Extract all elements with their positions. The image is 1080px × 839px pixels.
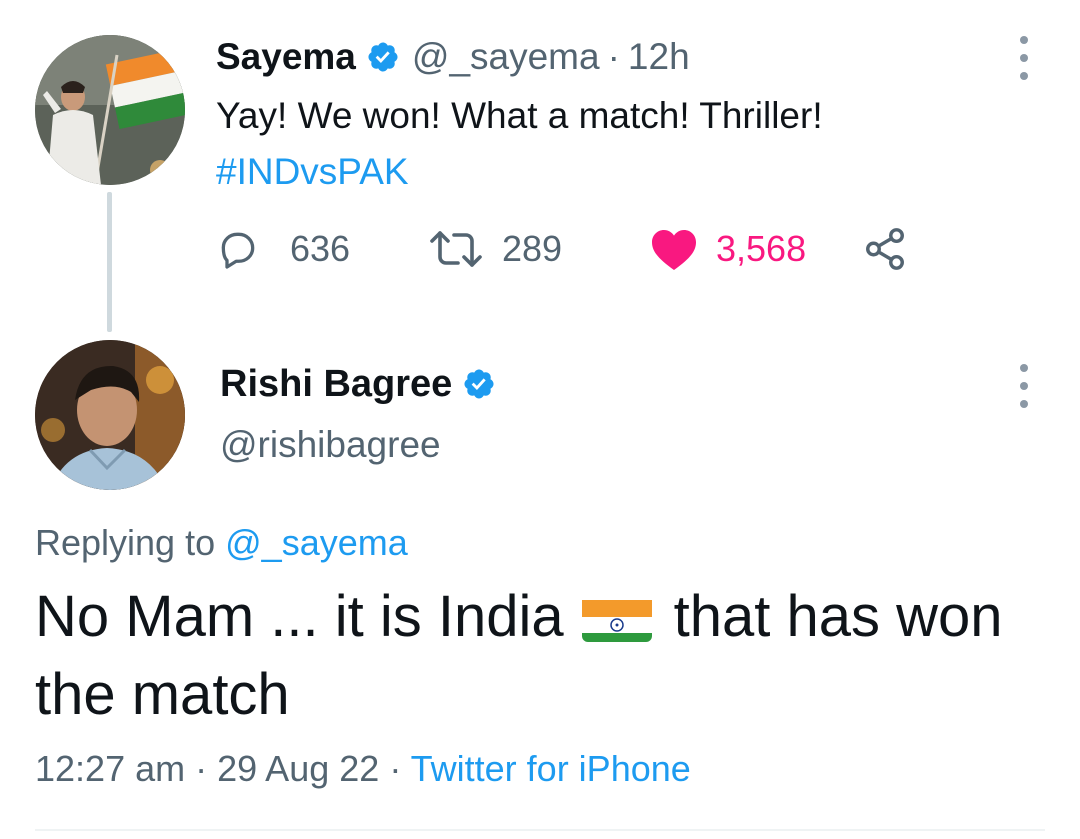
tweet-header: Sayema @_sayema · 12h <box>216 34 690 80</box>
more-options-icon[interactable] <box>1004 364 1044 408</box>
avatar-rishibagree[interactable] <box>35 340 185 490</box>
like-count: 3,568 <box>716 228 807 269</box>
india-flag-icon <box>581 592 652 642</box>
author-handle[interactable]: @rishibagree <box>220 424 441 466</box>
reply-text-before: No Mam ... it is India <box>35 584 564 649</box>
share-icon <box>866 228 904 270</box>
more-options-icon[interactable] <box>1004 36 1044 80</box>
tweet-meta: 12:27 am · 29 Aug 22 · Twitter for iPhon… <box>35 748 691 789</box>
retweet-count: 289 <box>502 228 563 269</box>
tweet-text-line: Yay! We won! What a match! Thriller! <box>216 95 823 136</box>
verified-badge-icon <box>464 369 494 399</box>
author-name[interactable]: Rishi Bagree <box>220 363 452 406</box>
heart-filled-icon <box>652 230 696 270</box>
verified-badge-icon <box>368 42 398 72</box>
avatar-image <box>35 35 185 185</box>
replying-to: Replying to @_sayema <box>35 522 408 564</box>
tweet-source-link[interactable]: Twitter for iPhone <box>411 748 691 789</box>
avatar-image <box>35 340 185 490</box>
tweet-date[interactable]: 29 Aug 22 <box>217 748 379 789</box>
divider <box>35 829 1045 831</box>
tweet-time[interactable]: 12h <box>628 36 690 78</box>
author-name[interactable]: Sayema <box>216 36 356 78</box>
reply-icon <box>221 232 255 269</box>
retweet-icon <box>430 231 482 267</box>
author-handle[interactable]: @_sayema <box>412 36 600 78</box>
avatar-sayema[interactable] <box>35 35 185 185</box>
share-button[interactable] <box>862 222 908 276</box>
reply-header: Rishi Bagree <box>220 358 496 410</box>
tweet-text: Yay! We won! What a match! Thriller! #IN… <box>216 88 823 200</box>
tweet-timestamp[interactable]: 12:27 am <box>35 748 185 789</box>
replying-label: Replying to <box>35 522 216 563</box>
reply-text: No Mam ... it is India that has won the … <box>35 578 1035 734</box>
hashtag-link[interactable]: #INDvsPAK <box>216 144 823 200</box>
tweet-actions: 636 289 3,568 <box>216 222 916 276</box>
replying-to-handle-link[interactable]: @_sayema <box>225 522 408 563</box>
like-button[interactable]: 3,568 <box>650 222 806 276</box>
separator-dot: · <box>607 36 620 77</box>
reply-button[interactable]: 636 <box>216 222 350 276</box>
reply-count: 636 <box>290 228 351 269</box>
thread-line <box>107 192 112 332</box>
retweet-button[interactable]: 289 <box>428 222 562 276</box>
